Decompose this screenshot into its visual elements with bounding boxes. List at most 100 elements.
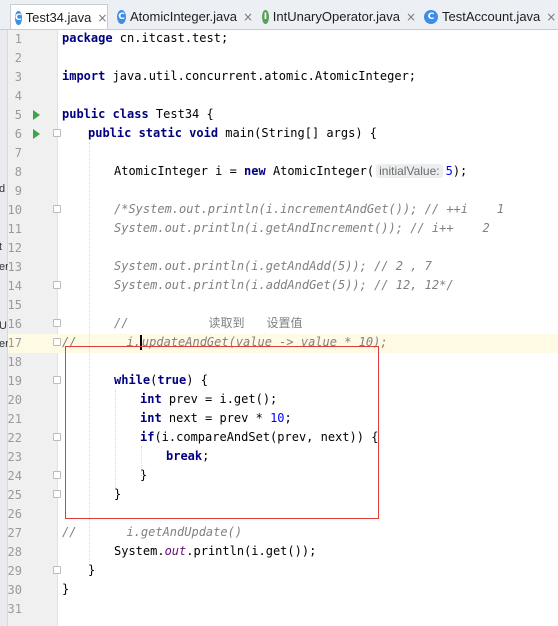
class-icon: C <box>117 9 126 24</box>
keyword: if <box>140 430 155 444</box>
code-line-6[interactable]: public static void main(String[] args) { <box>88 124 377 143</box>
keyword: new <box>244 164 266 178</box>
comment-text: i.getAndUpdate() <box>126 525 243 539</box>
code-line-13[interactable]: System.out.println(i.getAndAdd(5)); // 2… <box>114 257 432 276</box>
number-literal: 5 <box>445 164 453 178</box>
fold-icon[interactable] <box>53 281 61 289</box>
line-number[interactable]: 4 <box>0 89 22 103</box>
code-line-10[interactable]: /*System.out.println(i.incrementAndGet()… <box>114 200 504 219</box>
run-class-icon[interactable] <box>33 110 40 120</box>
code-line-8[interactable]: AtomicInteger i = new AtomicInteger(init… <box>114 162 467 181</box>
indent-guide <box>89 142 90 562</box>
line-number[interactable]: 7 <box>0 146 22 160</box>
code-line-5[interactable]: public class Test34 { <box>62 105 214 124</box>
line-number[interactable]: 25 <box>0 488 22 502</box>
line-number[interactable]: 28 <box>0 545 22 559</box>
code-text: ; <box>202 449 210 463</box>
code-line-24[interactable]: } <box>140 466 147 485</box>
code-line-17[interactable]: // i.updateAndGet(value -> value * 10); <box>62 333 388 352</box>
code-line-11[interactable]: System.out.println(i.getAndIncrement());… <box>114 219 490 238</box>
code-text: System. <box>114 544 165 558</box>
fold-icon[interactable] <box>53 490 61 498</box>
static-field: out <box>164 544 187 558</box>
fold-icon[interactable] <box>53 129 61 137</box>
fold-icon[interactable] <box>53 433 61 441</box>
tab-atomicinteger[interactable]: C AtomicInteger.java × <box>113 4 253 29</box>
code-text: cn.itcast.test; <box>112 31 229 45</box>
close-icon[interactable]: × <box>546 10 556 24</box>
class-icon: C <box>424 9 438 24</box>
line-number[interactable]: 5 <box>0 108 22 122</box>
line-number[interactable]: 16 <box>0 317 22 331</box>
code-line-25[interactable]: } <box>114 485 121 504</box>
code-text: Test34 { <box>148 107 214 121</box>
code-line-28[interactable]: System.out.println(i.get()); <box>114 542 316 561</box>
line-number[interactable]: 1 <box>0 32 22 46</box>
line-number[interactable]: 31 <box>0 602 22 616</box>
code-line-27[interactable]: // i.getAndUpdate() <box>62 523 242 542</box>
line-number[interactable]: 22 <box>0 431 22 445</box>
code-line-1[interactable]: package cn.itcast.test; <box>62 29 228 48</box>
code-line-19[interactable]: while(true) { <box>114 371 208 390</box>
fold-icon[interactable] <box>53 319 61 327</box>
line-number[interactable]: 18 <box>0 355 22 369</box>
line-number[interactable]: 30 <box>0 583 22 597</box>
code-line-20[interactable]: int prev = i.get(); <box>140 390 277 409</box>
line-number[interactable]: 15 <box>0 298 22 312</box>
code-line-21[interactable]: int next = prev * 10; <box>140 409 292 428</box>
line-number[interactable]: 27 <box>0 526 22 540</box>
line-number[interactable]: 9 <box>0 184 22 198</box>
keyword: break <box>166 449 203 463</box>
line-number[interactable]: 17 <box>0 336 22 350</box>
close-icon[interactable]: × <box>406 10 416 24</box>
tab-intunaryoperator[interactable]: I IntUnaryOperator.java × <box>258 4 416 29</box>
code-line-3[interactable]: import java.util.concurrent.atomic.Atomi… <box>62 67 416 86</box>
fold-icon[interactable] <box>53 338 61 346</box>
close-icon[interactable]: × <box>243 10 253 24</box>
code-line-14[interactable]: System.out.println(i.addAndGet(5)); // 1… <box>114 276 454 295</box>
line-number[interactable]: 6 <box>0 127 22 141</box>
comment-text: i. <box>126 335 141 349</box>
keyword: while <box>114 373 151 387</box>
line-number[interactable]: 21 <box>0 412 22 426</box>
line-number[interactable]: 23 <box>0 450 22 464</box>
run-main-icon[interactable] <box>33 129 40 139</box>
line-number[interactable]: 11 <box>0 222 22 236</box>
interface-icon: I <box>262 9 269 24</box>
line-number[interactable]: 14 <box>0 279 22 293</box>
line-number[interactable]: 10 <box>0 203 22 217</box>
line-number[interactable]: 19 <box>0 374 22 388</box>
line-number[interactable]: 29 <box>0 564 22 578</box>
close-icon[interactable]: × <box>97 11 107 25</box>
code-text: prev = i.get(); <box>161 392 278 406</box>
code-line-29[interactable]: } <box>88 561 95 580</box>
code-line-22[interactable]: if(i.compareAndSet(prev, next)) { <box>140 428 378 447</box>
comment-text: 设置值 <box>266 316 303 330</box>
code-text: ); <box>452 164 468 178</box>
line-number[interactable]: 12 <box>0 241 22 255</box>
code-line-23[interactable]: break; <box>166 447 209 466</box>
fold-icon[interactable] <box>53 566 61 574</box>
fold-icon[interactable] <box>53 205 61 213</box>
line-number[interactable]: 13 <box>0 260 22 274</box>
code-text: ) { <box>186 373 208 387</box>
line-number[interactable]: 2 <box>0 51 22 65</box>
keyword: import <box>62 69 106 83</box>
tab-testaccount[interactable]: C TestAccount.java × <box>420 4 558 29</box>
code-text: java.util.concurrent.atomic.AtomicIntege… <box>105 69 417 83</box>
code-text: .println(i.get()); <box>186 544 317 558</box>
line-number[interactable]: 26 <box>0 507 22 521</box>
line-number[interactable]: 24 <box>0 469 22 483</box>
line-number[interactable]: 8 <box>0 165 22 179</box>
fold-icon[interactable] <box>53 471 61 479</box>
number-literal: 10 <box>270 411 285 425</box>
line-number[interactable]: 3 <box>0 70 22 84</box>
code-line-16[interactable]: // 读取到 设置值 <box>114 314 302 333</box>
class-icon: C <box>15 10 22 25</box>
fold-icon[interactable] <box>53 376 61 384</box>
code-line-30[interactable]: } <box>62 580 69 599</box>
keyword: true <box>157 373 187 387</box>
tab-test34[interactable]: C Test34.java × <box>10 4 108 29</box>
line-number[interactable]: 20 <box>0 393 22 407</box>
indent-guide <box>115 390 116 490</box>
